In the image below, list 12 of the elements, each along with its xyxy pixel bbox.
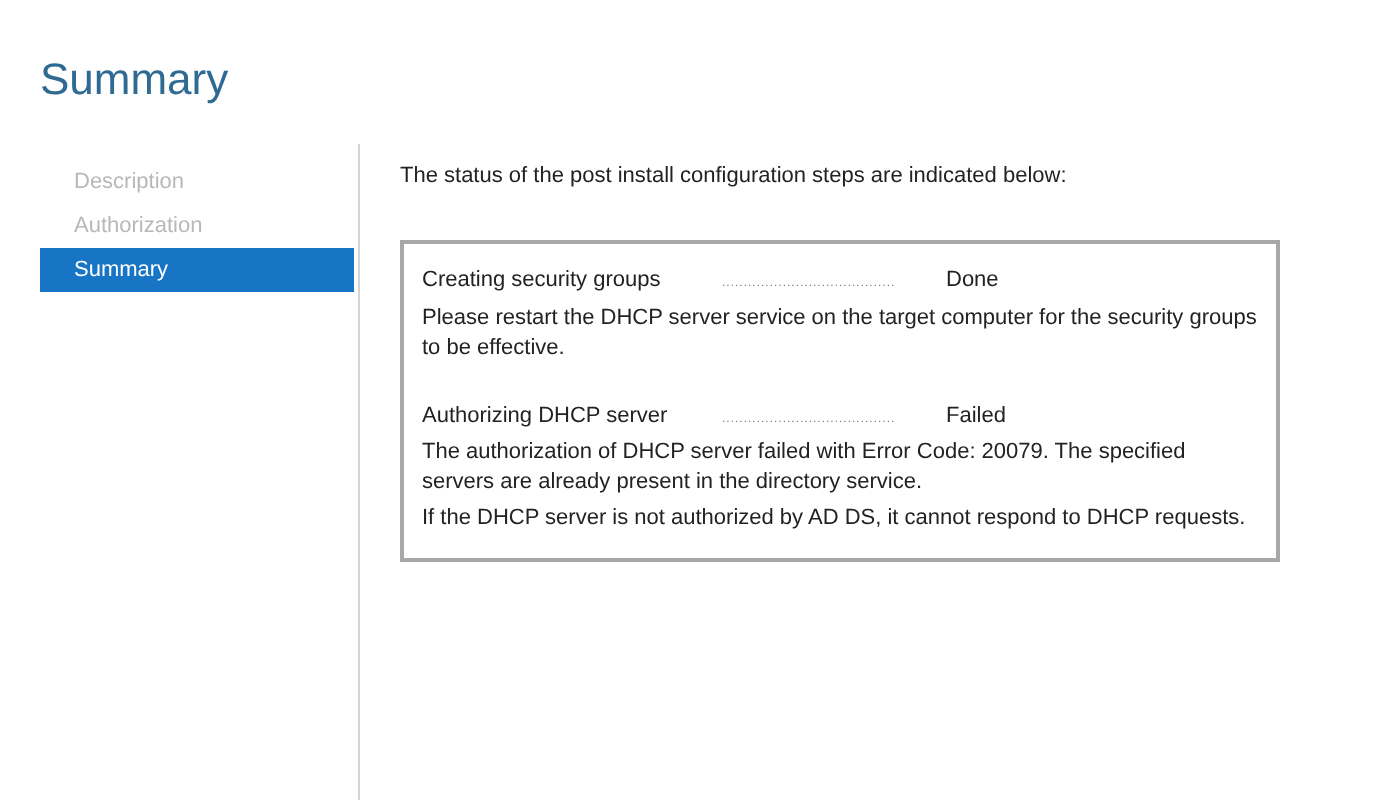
step-message: If the DHCP server is not authorized by AD DS, it cannot respond to DHCP requests.	[422, 504, 1248, 534]
step-message: Please restart the DHCP server service on the target computer for the security groups to be effective.	[422, 303, 1258, 363]
step-message: The authorization of DHCP server failed with Error Code: 20079. The specified servers are already present in the directory service.	[422, 438, 1188, 498]
intro-text: The status of the post install configuration steps are indicated below:	[400, 162, 1067, 192]
step-status: Failed	[946, 401, 1006, 431]
step-status: Done	[946, 266, 999, 296]
step-name: Authorizing DHCP server	[422, 401, 670, 431]
sidebar-item[interactable]: Summary	[40, 248, 354, 292]
sidebar-item[interactable]: Authorization	[40, 204, 354, 248]
step-name: Creating security groups	[422, 266, 663, 296]
page-title: Summary	[40, 52, 229, 108]
sidebar-item[interactable]: Description	[40, 160, 354, 204]
